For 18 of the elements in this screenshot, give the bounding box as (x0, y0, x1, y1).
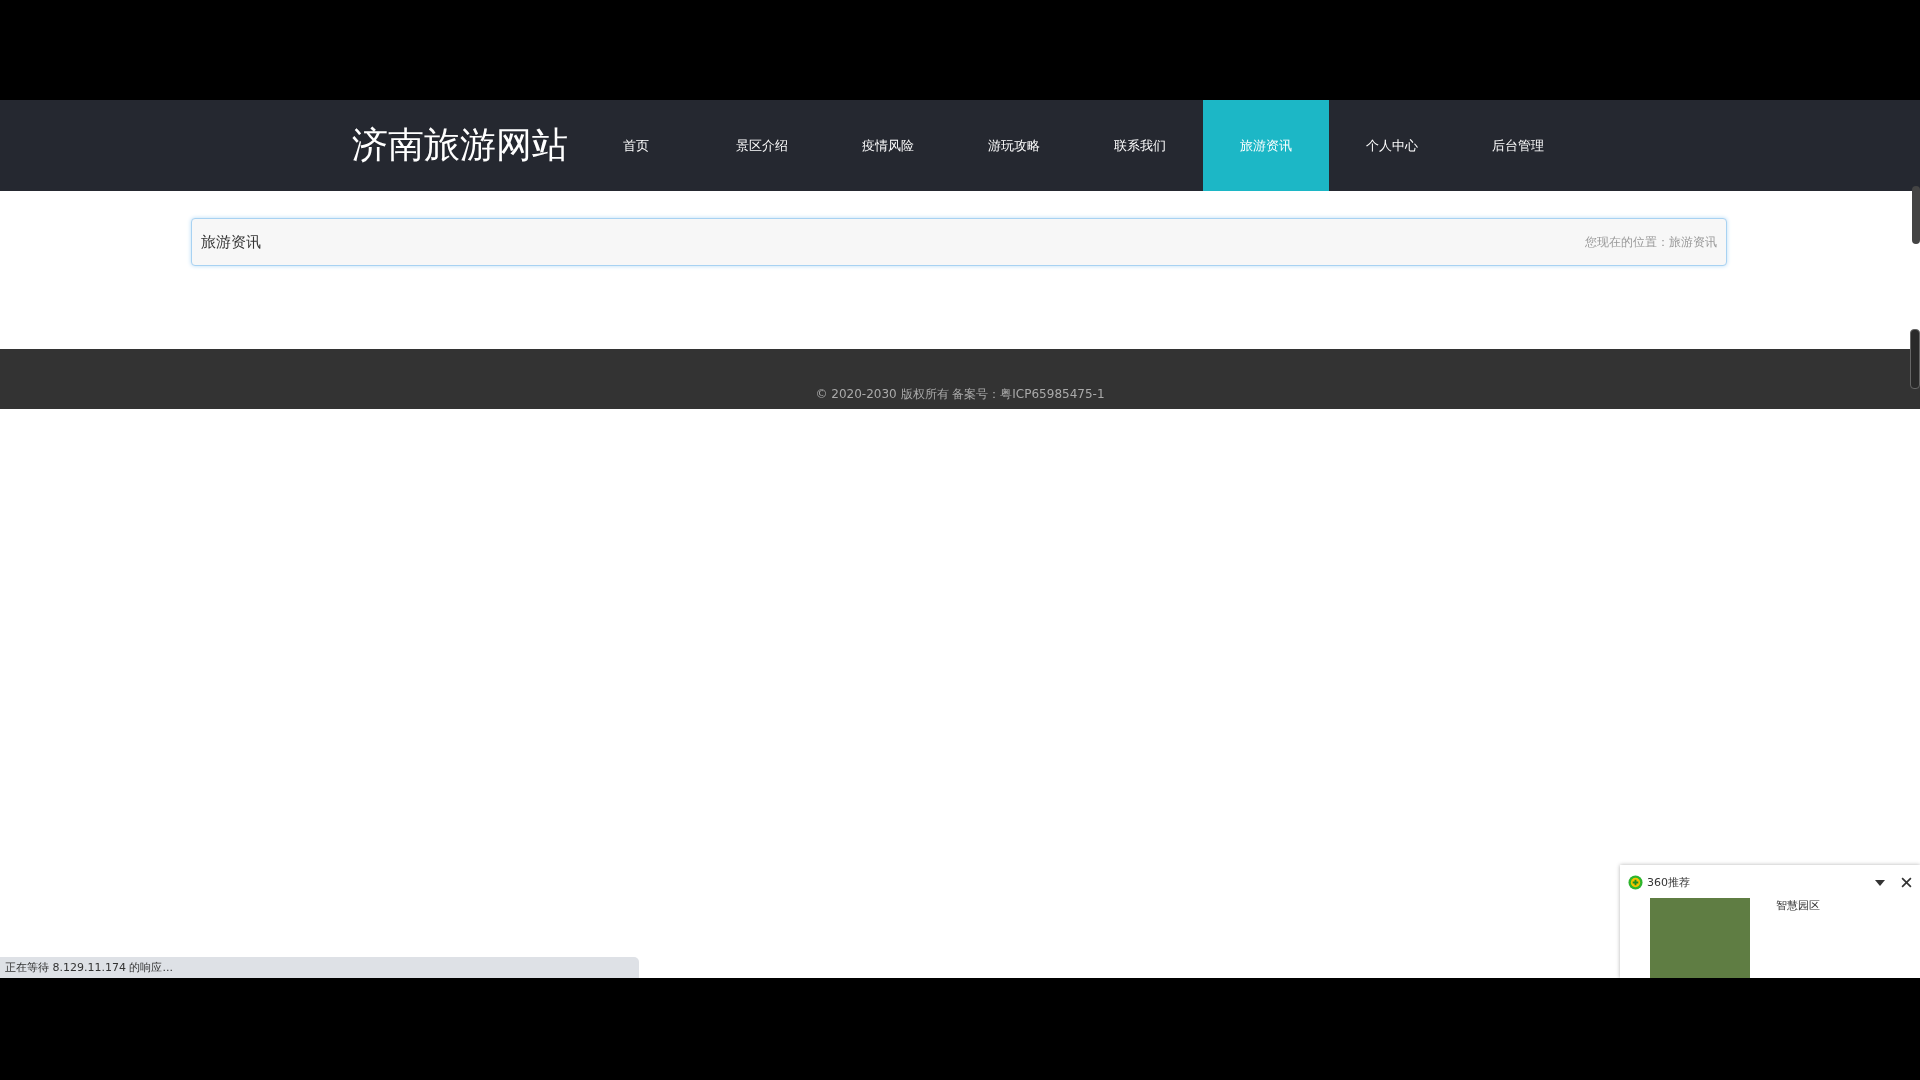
section-title: 旅游资讯 (201, 232, 261, 252)
nav-link[interactable]: 后台管理 (1455, 100, 1581, 191)
nav-link[interactable]: 首页 (573, 100, 699, 191)
plus-circle-icon (1628, 875, 1643, 890)
close-icon[interactable] (1901, 877, 1912, 888)
site-title: 济南旅游网站 (352, 123, 569, 167)
dropdown-icon[interactable] (1875, 879, 1885, 886)
copyright-text: © 2020-2030 版权所有 备案号：粤ICP65985475-1 (815, 386, 1105, 403)
recommendation-link[interactable]: 智慧园区 (1776, 898, 1820, 978)
nav-link[interactable]: 景区介绍 (699, 100, 825, 191)
popup-title: 360推荐 (1647, 875, 1691, 890)
status-text: 正在等待 8.129.11.174 的响应... (5, 960, 173, 975)
nav-link[interactable]: 游玩攻略 (951, 100, 1077, 191)
nav-link[interactable]: 个人中心 (1329, 100, 1455, 191)
nav-link[interactable]: 疫情风险 (825, 100, 951, 191)
nav-link[interactable]: 联系我们 (1077, 100, 1203, 191)
scroll-indicator-icon (1912, 186, 1920, 244)
breadcrumb: 您现在的位置：旅游资讯 (1585, 233, 1717, 251)
